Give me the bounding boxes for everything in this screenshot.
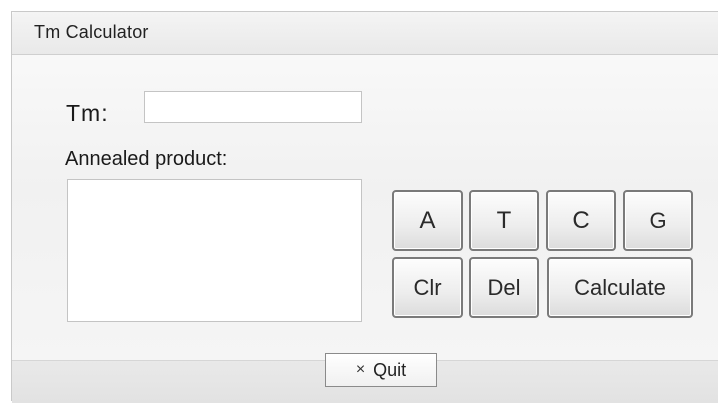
base-a-button[interactable]: A [392,190,463,251]
annealed-product-label: Annealed product: [65,148,228,170]
base-c-button[interactable]: C [546,190,616,251]
tm-calculator-window: Tm Calculator Tm: Annealed product: A T … [11,11,718,403]
title-bar: Tm Calculator [12,12,718,55]
annealed-product-textarea[interactable] [67,179,362,322]
quit-button[interactable]: × Quit [325,353,437,387]
base-t-button[interactable]: T [469,190,539,251]
tm-input[interactable] [144,91,362,123]
delete-button[interactable]: Del [469,257,539,318]
quit-label: Quit [373,359,407,380]
calculate-button[interactable]: Calculate [547,257,693,318]
clear-button[interactable]: Clr [392,257,463,318]
tm-label: Tm: [66,100,109,126]
close-icon: × [355,361,366,378]
base-g-button[interactable]: G [623,190,693,251]
window-title: Tm Calculator [34,22,149,42]
